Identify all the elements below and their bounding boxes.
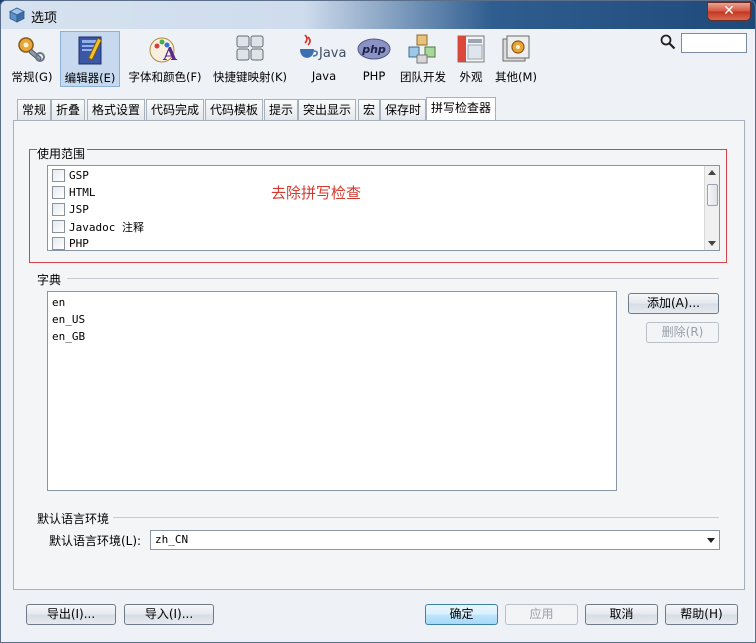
locale-field-label: 默认语言环境(L): [49,534,142,548]
tab-folding[interactable]: 折叠 [51,99,86,121]
list-item[interactable]: en_US [52,313,85,326]
dictionary-section-label: 字典 [37,271,64,288]
ok-button[interactable]: 确定 [425,604,498,625]
tab-code-templates[interactable]: 代码模板 [205,99,264,121]
misc-icon [502,35,530,62]
locale-section-label: 默认语言环境 [37,510,112,527]
tool-php[interactable]: php PHP [355,31,393,87]
tab-macros[interactable]: 宏 [358,99,381,121]
tab-spellchecker[interactable]: 拼写检查器 [426,97,497,121]
app-cube-icon [9,7,25,23]
help-button[interactable]: 帮助(H) [665,604,738,625]
svg-text:Java: Java [318,46,346,61]
tool-java[interactable]: Java Java [296,31,352,87]
import-button[interactable]: 导入(I)... [124,604,214,625]
scope-checkbox[interactable] [52,186,65,199]
tool-team[interactable]: 团队开发 [396,31,450,87]
scope-list[interactable]: GSP HTML JSP Javadoc 注释 PHP [47,165,720,251]
scope-checkbox[interactable] [52,203,65,216]
tab-on-save[interactable]: 保存时 [380,99,427,121]
scope-item[interactable]: Javadoc 注释 [52,218,144,235]
title-bar[interactable]: 选项 ✕ [1,1,755,29]
scope-item[interactable]: HTML [52,184,96,201]
scroll-thumb[interactable] [707,184,718,206]
general-settings-icon [18,37,45,62]
apply-button[interactable]: 应用 [505,604,578,625]
fonts-colors-icon: A [149,37,178,65]
scroll-down-icon[interactable] [708,241,716,246]
scope-checkbox[interactable] [52,169,65,182]
scope-item[interactable]: JSP [52,201,89,218]
scope-scrollbar[interactable] [704,166,719,250]
dictionary-divider [67,278,719,279]
remove-dictionary-button[interactable]: 删除(R) [646,322,719,343]
tool-fonts-colors[interactable]: A 字体和颜色(F) [123,31,207,87]
locale-select[interactable]: zh_CN [150,530,720,550]
add-dictionary-button[interactable]: 添加(A)... [628,293,719,314]
tab-highlighting[interactable]: 突出显示 [298,99,357,121]
tool-general[interactable]: 常规(G) [7,31,57,87]
search-input[interactable] [681,33,747,53]
list-item[interactable]: en_GB [52,330,85,343]
tab-formatting[interactable]: 格式设置 [87,99,146,121]
locale-value: zh_CN [155,533,189,546]
php-icon: php [357,38,391,60]
tool-editor[interactable]: 编辑器(E) [60,31,120,87]
java-icon: Java [300,34,346,61]
tool-appearance[interactable]: 外观 [453,31,489,87]
scope-item[interactable]: PHP [52,235,89,252]
search-icon [660,34,676,50]
window-title: 选项 [31,11,58,26]
team-icon [408,34,436,64]
tab-general[interactable]: 常规 [17,99,52,121]
options-dialog: 选项 ✕ 常规(G) 编辑器(E) A 字体和颜色(F) 快捷键映射(K) Ja… [0,0,756,643]
svg-text:php: php [361,43,386,56]
keymap-icon [236,35,264,61]
locale-divider [113,517,719,518]
list-item[interactable]: en [52,296,65,309]
scroll-up-icon[interactable] [708,170,716,175]
export-button[interactable]: 导出(I)... [26,604,116,625]
close-button[interactable]: ✕ [707,2,751,21]
tab-code-completion[interactable]: 代码完成 [146,99,205,121]
appearance-icon [457,35,485,63]
editor-icon [78,36,103,65]
tab-hints[interactable]: 提示 [264,99,299,121]
scope-checkbox[interactable] [52,220,65,233]
svg-text:A: A [162,44,178,65]
cancel-button[interactable]: 取消 [585,604,658,625]
dictionary-list[interactable]: en en_US en_GB [47,291,617,491]
remove-spellcheck-annotation: 去除拼写检查 [271,184,362,202]
scope-item[interactable]: GSP [52,167,89,184]
scope-section-label: 使用范围 [37,145,88,162]
scope-checkbox[interactable] [52,237,65,250]
tool-misc[interactable]: 其他(M) [492,31,540,87]
tool-keymap[interactable]: 快捷键映射(K) [209,31,291,87]
category-toolbar: 常规(G) 编辑器(E) A 字体和颜色(F) 快捷键映射(K) Java Ja… [1,29,755,89]
chevron-down-icon[interactable] [707,538,715,543]
